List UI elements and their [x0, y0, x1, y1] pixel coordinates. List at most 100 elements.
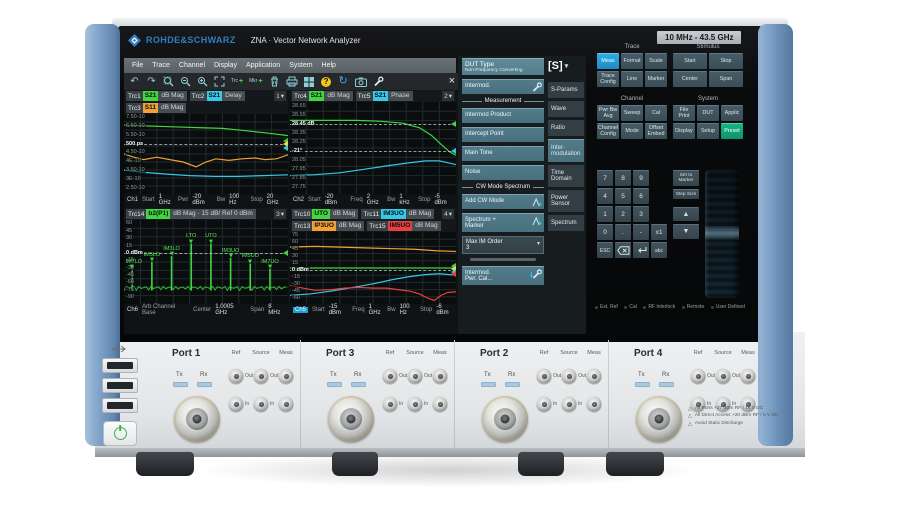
keypad-key-9[interactable]: 9 [633, 170, 649, 186]
tab-s-params[interactable]: S-Params [548, 82, 584, 98]
undo-icon[interactable]: ↶ [129, 75, 140, 88]
redo-icon[interactable]: ↷ [146, 75, 157, 88]
trace-chip-trc1[interactable]: Trc1S21dB Mag [126, 91, 187, 101]
window-selector[interactable]: 1▾ [274, 91, 286, 101]
plot-area[interactable]: 75604530150 dBm-15-30-45-60 [290, 232, 456, 304]
plot-area[interactable]: 28.6528.5528.45 dB28.3528.25-21°28.0527.… [290, 102, 456, 194]
up-arrow-key[interactable]: ▲ [673, 207, 699, 222]
screenshot-icon[interactable] [355, 75, 367, 88]
hardkey-dut[interactable]: DUT [697, 105, 719, 121]
chart-window-4[interactable]: Trc10UTOdB MagTrc11IM3UOdB Mag4▾Trc13IP3… [290, 208, 456, 316]
plot-area[interactable]: 7.50-106.50-105.50-10500 ps4.50-104E-103… [124, 114, 288, 194]
chart-window-2[interactable]: Trc4S21dB MagTrc5S21Phase 2▾28.6528.5528.… [290, 90, 456, 206]
trace-chip-trc4[interactable]: Trc4S21dB Mag [292, 91, 353, 101]
zoom-in-icon[interactable] [197, 75, 208, 88]
keypad-key-6[interactable]: 6 [633, 188, 649, 204]
hardkey-pwr-bw-avg[interactable]: Pwr Bw Avg [597, 105, 619, 121]
channel-badge[interactable]: Ch6 [127, 307, 138, 313]
softkey-intermod-[interactable]: Intermod. [462, 79, 544, 94]
softkey-dropdown-max-im-order[interactable]: Max IM Order3▾ [462, 236, 544, 254]
keypad-key-8[interactable]: 8 [615, 170, 631, 186]
s-params-badge[interactable]: [S] ▾ [548, 60, 584, 72]
hardkey-applic[interactable]: Applic [721, 105, 743, 121]
trace-chip-trc5[interactable]: Trc5S21Phase [356, 91, 413, 101]
hardkey-display[interactable]: Display [673, 123, 695, 139]
backspace-key[interactable] [615, 242, 631, 258]
side-key-step-size[interactable]: Step Size [673, 189, 699, 199]
hardkey-file-print[interactable]: File Print [673, 105, 695, 121]
hardkey-mode[interactable]: Mode [621, 123, 643, 139]
hardkey-trace-config[interactable]: Trace Config [597, 71, 619, 87]
hardkey-stop[interactable]: Stop [709, 53, 743, 69]
full-span-icon[interactable] [214, 75, 225, 88]
hardkey-scale[interactable]: Scale [645, 53, 667, 69]
window-selector[interactable]: 3▾ [274, 209, 286, 219]
hardkey-meas[interactable]: Meas [597, 53, 619, 69]
softkey-intercept-point[interactable]: Intercept Point [462, 127, 544, 142]
tab-power-sensor[interactable]: Power Sensor [548, 190, 584, 212]
hardkey-start[interactable]: Start [673, 53, 707, 69]
trace-chip-trc11[interactable]: Trc11IM3UOdB Mag [361, 209, 434, 219]
plot-area[interactable]: 604530150 dBm-15-30-45-60-75-90IM7LOIM5L… [124, 220, 288, 304]
menu-item-display[interactable]: Display [214, 62, 237, 69]
softkey-intermod-[interactable]: Intermod.Pwr. Cal... [462, 266, 544, 285]
softkey-add-cw-mode[interactable]: Add CW Mode [462, 194, 544, 209]
keypad-key-esc[interactable]: ESC [597, 242, 613, 258]
menu-item-file[interactable]: File [132, 62, 143, 69]
channel-badge[interactable]: Ch1 [127, 197, 138, 203]
keypad-key-2[interactable]: 2 [615, 206, 631, 222]
zoom-select-icon[interactable] [163, 75, 174, 88]
sync-icon[interactable]: ↻ [338, 75, 349, 88]
enter-key[interactable] [633, 242, 649, 258]
windows-icon[interactable] [304, 75, 315, 88]
hardkey-center[interactable]: Center [673, 71, 707, 87]
chart-window-3[interactable]: Trc14b2(P1)dB Mag · 15 dB/ Ref 0 dBm 3▾60… [124, 208, 288, 316]
softkey-noise[interactable]: Noise [462, 165, 544, 180]
keypad-key-3[interactable]: 3 [633, 206, 649, 222]
window-selector[interactable]: 4▾ [442, 209, 454, 219]
side-key-set-to-marker[interactable]: Set to Marker [673, 170, 699, 186]
hardkey-offset-embed[interactable]: Offset Embed [645, 123, 667, 139]
delete-icon[interactable] [269, 75, 280, 88]
keypad-key-5[interactable]: 5 [615, 188, 631, 204]
help-icon[interactable]: ? [321, 75, 332, 88]
window-selector[interactable]: 2▾ [442, 91, 454, 101]
add-marker-icon[interactable]: Mkr+ [249, 75, 262, 88]
softkey-main-tone[interactable]: Main Tone [462, 146, 544, 161]
menu-item-channel[interactable]: Channel [179, 62, 205, 69]
menu-item-trace[interactable]: Trace [152, 62, 170, 69]
virtual-knob[interactable] [705, 170, 739, 298]
hardkey-sweep[interactable]: Sweep [621, 105, 643, 121]
keypad-key-dot[interactable]: . [615, 224, 631, 240]
keypad-key-4[interactable]: 4 [597, 188, 613, 204]
trace-chip-trc14[interactable]: Trc14b2(P1)dB Mag · 15 dB/ Ref 0 dBm [126, 209, 256, 219]
dut-type-button[interactable]: DUT Type Non-Frequency Converting [462, 58, 544, 75]
print-icon[interactable] [286, 75, 298, 88]
keypad-key-1[interactable]: 1 [597, 206, 613, 222]
zoom-out-icon[interactable] [180, 75, 191, 88]
softkey-spectrum-[interactable]: Spectrum +Marker [462, 213, 544, 232]
down-arrow-key[interactable]: ▼ [673, 224, 699, 239]
tab-time-domain[interactable]: Time Domain [548, 165, 584, 187]
softkey-intermod-product[interactable]: Intermod Product [462, 108, 544, 123]
setup-icon[interactable] [373, 75, 384, 88]
keypad-key-x1[interactable]: x1 [651, 224, 667, 240]
hardkey-channel-config[interactable]: Channel Config [597, 123, 619, 139]
close-icon[interactable]: × [449, 74, 455, 89]
menu-item-application[interactable]: Application [246, 62, 280, 69]
tab-spectrum[interactable]: Spectrum [548, 215, 584, 231]
channel-badge[interactable]: Ch2 [293, 197, 304, 203]
hardkey-format[interactable]: Format [621, 53, 643, 69]
channel-badge[interactable]: Ch5 [293, 307, 308, 313]
tab-wave[interactable]: Wave [548, 101, 584, 117]
add-trace-icon[interactable]: Trc+ [231, 75, 243, 88]
power-button[interactable] [103, 421, 137, 446]
trace-chip-trc15[interactable]: Trc15IM5UOdB Mag [367, 221, 440, 231]
trace-chip-trc13[interactable]: Trc13IP3UOdB Mag [292, 221, 364, 231]
menu-item-help[interactable]: Help [322, 62, 336, 69]
tab-inter-modulation[interactable]: Inter-modulation [548, 139, 584, 162]
chart-window-1[interactable]: Trc1S21dB MagTrc2S21Delay1▾Trc3S11dB Mag… [124, 90, 288, 206]
trace-chip-trc2[interactable]: Trc2S21Delay [190, 91, 245, 101]
hardkey-span[interactable]: Span [709, 71, 743, 87]
hardkey-preset[interactable]: Preset [721, 123, 743, 139]
